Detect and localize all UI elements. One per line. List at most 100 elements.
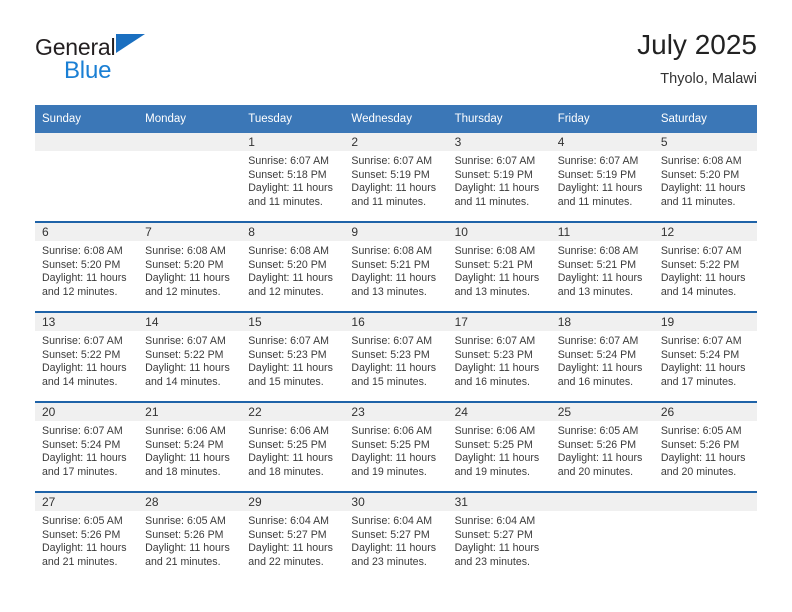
day-number: 27 [35, 493, 139, 511]
day-info: Sunrise: 6:07 AM Sunset: 5:23 PM Daylight:… [448, 331, 551, 389]
sunrise-text: Sunrise: 6:07 AM [557, 155, 639, 167]
daylight-text: Daylight: 11 hours and 18 minutes. [145, 452, 230, 478]
calendar-day-cell[interactable]: 5 Sunrise: 6:08 AM Sunset: 5:20 PM Daylight… [653, 133, 757, 221]
calendar-day-cell[interactable]: 22 Sunrise: 6:06 AM Sunset: 5:25 PM Dayligh… [241, 403, 345, 491]
day-number: 26 [653, 403, 757, 421]
daylight-text: Daylight: 11 hours and 23 minutes. [351, 542, 437, 568]
sunset-text: Sunset: 5:23 PM [351, 348, 430, 361]
day-number: 11 [550, 223, 654, 241]
daylight-text: Daylight: 11 hours and 14 minutes. [42, 362, 127, 388]
day-number: 13 [35, 313, 139, 331]
day-number: 24 [447, 403, 551, 421]
day-info: Sunrise: 6:08 AM Sunset: 5:20 PM Daylight:… [241, 241, 344, 299]
calendar-day-cell[interactable]: 17 Sunrise: 6:07 AM Sunset: 5:23 PM Dayligh… [447, 313, 551, 401]
sunrise-text: Sunrise: 6:07 AM [42, 425, 123, 437]
logo-generalblue[interactable]: General Blue [35, 34, 235, 92]
day-info: Sunrise: 6:07 AM Sunset: 5:24 PM Daylight:… [654, 331, 757, 389]
daylight-text: Daylight: 11 hours and 14 minutes. [660, 272, 746, 298]
daylight-text: Daylight: 11 hours and 16 minutes. [454, 362, 540, 388]
logo-text-blue: Blue [64, 57, 112, 84]
daylight-text: Daylight: 11 hours and 14 minutes. [145, 362, 230, 388]
sunset-text: Sunset: 5:21 PM [557, 258, 637, 271]
weekday-header-saturday: Saturday [653, 105, 757, 133]
sunrise-text: Sunrise: 6:07 AM [145, 335, 226, 347]
sunset-text: Sunset: 5:20 PM [145, 258, 224, 271]
sunset-text: Sunset: 5:24 PM [660, 348, 740, 361]
day-info: Sunrise: 6:07 AM Sunset: 5:22 PM Daylight:… [654, 241, 757, 299]
calendar-day-cell[interactable]: 11 Sunrise: 6:08 AM Sunset: 5:21 PM Dayligh… [550, 223, 654, 311]
calendar-day-cell[interactable]: 1 Sunrise: 6:07 AM Sunset: 5:18 PM Daylight… [241, 133, 345, 221]
sunset-text: Sunset: 5:22 PM [660, 258, 740, 271]
calendar-day-cell[interactable]: 16 Sunrise: 6:07 AM Sunset: 5:23 PM Dayligh… [344, 313, 448, 401]
calendar-day-cell[interactable]: 12 Sunrise: 6:07 AM Sunset: 5:22 PM Dayligh… [653, 223, 757, 311]
calendar-day-cell[interactable]: 26 Sunrise: 6:05 AM Sunset: 5:26 PM Dayligh… [653, 403, 757, 491]
day-number: 22 [241, 403, 345, 421]
sunset-text: Sunset: 5:20 PM [660, 168, 740, 181]
day-info: Sunrise: 6:08 AM Sunset: 5:21 PM Daylight:… [448, 241, 551, 299]
sunrise-text: Sunrise: 6:07 AM [660, 335, 742, 347]
day-info: Sunrise: 6:08 AM Sunset: 5:21 PM Daylight:… [344, 241, 447, 299]
calendar-day-cell[interactable]: 30 Sunrise: 6:04 AM Sunset: 5:27 PM Dayligh… [344, 493, 448, 581]
day-number: 9 [344, 223, 448, 241]
title-block: July 2025 Thyolo, Malawi [637, 28, 757, 90]
sunset-text: Sunset: 5:25 PM [248, 438, 327, 451]
weekday-header-tuesday: Tuesday [241, 105, 345, 133]
calendar-week-row: 6 Sunrise: 6:08 AM Sunset: 5:20 PM Daylight… [35, 221, 757, 312]
calendar-day-cell[interactable]: 31 Sunrise: 6:04 AM Sunset: 5:27 PM Dayligh… [447, 493, 551, 581]
sunrise-text: Sunrise: 6:04 AM [248, 515, 329, 527]
weekday-header-thursday: Thursday [447, 105, 551, 133]
daylight-text: Daylight: 11 hours and 22 minutes. [248, 542, 333, 568]
calendar-day-cell[interactable]: 20 Sunrise: 6:07 AM Sunset: 5:24 PM Dayligh… [35, 403, 139, 491]
calendar-day-cell[interactable]: 15 Sunrise: 6:07 AM Sunset: 5:23 PM Dayligh… [241, 313, 345, 401]
sunset-text: Sunset: 5:24 PM [557, 348, 637, 361]
sunrise-text: Sunrise: 6:05 AM [145, 515, 226, 527]
daylight-text: Daylight: 11 hours and 12 minutes. [42, 272, 127, 298]
calendar-day-cell[interactable]: 28 Sunrise: 6:05 AM Sunset: 5:26 PM Dayligh… [138, 493, 242, 581]
daylight-text: Daylight: 11 hours and 16 minutes. [557, 362, 643, 388]
day-number: 7 [138, 223, 242, 241]
sunrise-text: Sunrise: 6:04 AM [351, 515, 433, 527]
calendar-day-cell[interactable]: 10 Sunrise: 6:08 AM Sunset: 5:21 PM Dayligh… [447, 223, 551, 311]
day-number: 28 [138, 493, 242, 511]
calendar-day-cell[interactable]: 23 Sunrise: 6:06 AM Sunset: 5:25 PM Dayligh… [344, 403, 448, 491]
page-subtitle: Thyolo, Malawi [660, 71, 757, 87]
calendar-week-row: 27 Sunrise: 6:05 AM Sunset: 5:26 PM Dayligh… [35, 491, 757, 581]
sunrise-text: Sunrise: 6:07 AM [42, 335, 123, 347]
day-info: Sunrise: 6:07 AM Sunset: 5:22 PM Daylight:… [138, 331, 241, 389]
calendar-day-cell[interactable]: 8 Sunrise: 6:08 AM Sunset: 5:20 PM Daylight… [241, 223, 345, 311]
calendar-day-cell[interactable]: 2 Sunrise: 6:07 AM Sunset: 5:19 PM Daylight… [344, 133, 448, 221]
calendar-day-cell[interactable]: 6 Sunrise: 6:08 AM Sunset: 5:20 PM Daylight… [35, 223, 139, 311]
calendar-day-cell[interactable]: 27 Sunrise: 6:05 AM Sunset: 5:26 PM Dayligh… [35, 493, 139, 581]
sunset-text: Sunset: 5:18 PM [248, 168, 327, 181]
sunrise-text: Sunrise: 6:07 AM [660, 245, 742, 257]
day-number: 29 [241, 493, 345, 511]
daylight-text: Daylight: 11 hours and 11 minutes. [454, 182, 540, 208]
day-info: Sunrise: 6:08 AM Sunset: 5:20 PM Daylight:… [138, 241, 241, 299]
sunrise-text: Sunrise: 6:08 AM [42, 245, 123, 257]
calendar-day-cell-empty [138, 133, 242, 221]
calendar-day-cell[interactable]: 29 Sunrise: 6:04 AM Sunset: 5:27 PM Dayligh… [241, 493, 345, 581]
calendar-day-cell[interactable]: 3 Sunrise: 6:07 AM Sunset: 5:19 PM Daylight… [447, 133, 551, 221]
calendar-day-cell[interactable]: 24 Sunrise: 6:06 AM Sunset: 5:25 PM Dayligh… [447, 403, 551, 491]
daylight-text: Daylight: 11 hours and 17 minutes. [660, 362, 746, 388]
weekday-header-wednesday: Wednesday [344, 105, 448, 133]
calendar-day-cell[interactable]: 18 Sunrise: 6:07 AM Sunset: 5:24 PM Dayligh… [550, 313, 654, 401]
calendar-day-cell[interactable]: 19 Sunrise: 6:07 AM Sunset: 5:24 PM Dayligh… [653, 313, 757, 401]
daylight-text: Daylight: 11 hours and 17 minutes. [42, 452, 127, 478]
calendar-day-cell[interactable]: 14 Sunrise: 6:07 AM Sunset: 5:22 PM Dayligh… [138, 313, 242, 401]
calendar-day-cell[interactable]: 25 Sunrise: 6:05 AM Sunset: 5:26 PM Dayligh… [550, 403, 654, 491]
day-number: 15 [241, 313, 345, 331]
calendar-day-cell[interactable]: 13 Sunrise: 6:07 AM Sunset: 5:22 PM Dayligh… [35, 313, 139, 401]
calendar-day-cell[interactable]: 21 Sunrise: 6:06 AM Sunset: 5:24 PM Dayligh… [138, 403, 242, 491]
sunrise-text: Sunrise: 6:06 AM [454, 425, 536, 437]
triangle-icon [116, 34, 146, 53]
daylight-text: Daylight: 11 hours and 15 minutes. [248, 362, 333, 388]
day-info: Sunrise: 6:08 AM Sunset: 5:20 PM Daylight:… [654, 151, 757, 209]
sunrise-text: Sunrise: 6:07 AM [351, 335, 433, 347]
calendar-day-cell[interactable]: 4 Sunrise: 6:07 AM Sunset: 5:19 PM Daylight… [550, 133, 654, 221]
page-title: July 2025 [637, 29, 757, 60]
day-number [550, 493, 654, 511]
calendar-day-cell[interactable]: 7 Sunrise: 6:08 AM Sunset: 5:20 PM Daylight… [138, 223, 242, 311]
calendar-day-cell[interactable]: 9 Sunrise: 6:08 AM Sunset: 5:21 PM Daylight… [344, 223, 448, 311]
day-number: 20 [35, 403, 139, 421]
